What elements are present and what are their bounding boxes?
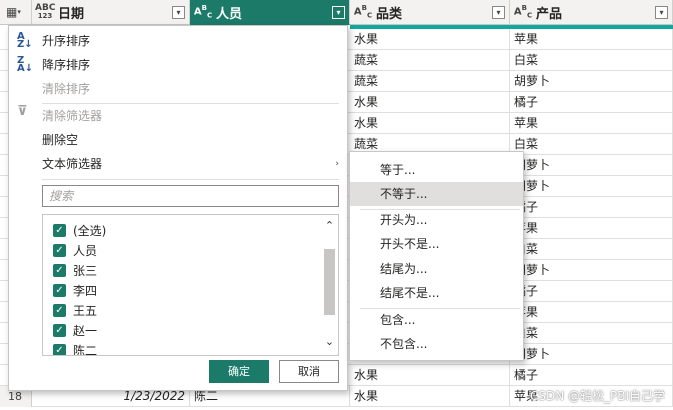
filter-dropdown-button[interactable]: ▾ xyxy=(655,5,668,19)
item-label: 赵一 xyxy=(73,324,98,338)
checkbox-checked-icon[interactable]: ✓ xyxy=(53,224,66,237)
text-filters-submenu: 等于... 不等于... 开头为... 开头不是... 结尾为... 结尾不是.… xyxy=(349,151,524,361)
product-cell[interactable]: 胡萝卜 xyxy=(510,344,673,365)
product-cell[interactable]: 橘子 xyxy=(510,92,673,113)
product-cell[interactable]: 白菜 xyxy=(510,239,673,260)
not-ends-with-item[interactable]: 结尾不是... xyxy=(350,281,523,305)
remove-empty-item[interactable]: 删除空 xyxy=(9,128,347,152)
column-header-product[interactable]: ABC 产品 ▾ xyxy=(510,0,673,25)
clear-filter-icon: ⊽ xyxy=(17,104,28,119)
column-header-person[interactable]: ABC 人员 ▾ xyxy=(190,0,350,25)
list-item[interactable]: ✓ (全选) xyxy=(53,221,106,241)
product-cell[interactable]: 胡萝卜 xyxy=(510,260,673,281)
ok-button[interactable]: 确定 xyxy=(209,360,269,383)
sort-ascending-item[interactable]: A Z↓ 升序排序 xyxy=(9,29,347,53)
chevron-down-icon: ▾ xyxy=(17,8,21,16)
category-cell[interactable]: 蔬菜 xyxy=(350,50,510,71)
category-cell[interactable]: 水果 xyxy=(350,113,510,134)
type-text-icon: ABC xyxy=(353,4,373,20)
item-label: 李四 xyxy=(73,284,98,298)
item-label: 张三 xyxy=(73,264,98,278)
product-cell[interactable]: 胡萝卜 xyxy=(510,176,673,197)
list-item[interactable]: ✓ 赵一 xyxy=(53,321,97,341)
checkbox-checked-icon[interactable]: ✓ xyxy=(53,324,66,337)
equals-item[interactable]: 等于... xyxy=(350,158,523,182)
type-text-icon: ABC xyxy=(513,4,533,20)
filter-values-list: ✓ (全选) ✓ 人员 ✓ 张三 ✓ 李四 ✓ 王五 ✓ 赵一 ✓ 陈二 ⌃ ⌄ xyxy=(42,214,339,356)
product-cell[interactable]: 白菜 xyxy=(510,323,673,344)
category-cell[interactable]: 水果 xyxy=(350,365,510,386)
column-header-date[interactable]: ABC 123 日期 ▾ xyxy=(32,0,190,25)
ends-with-item[interactable]: 结尾为... xyxy=(350,257,523,281)
filter-dropdown-button[interactable]: ▾ xyxy=(172,5,185,19)
sort-descending-item[interactable]: Z A↓ 降序排序 xyxy=(9,53,347,77)
product-cell[interactable]: 胡萝卜 xyxy=(510,155,673,176)
product-cell[interactable]: 胡萝卜 xyxy=(510,71,673,92)
sort-ascending-icon: A Z↓ xyxy=(17,31,33,50)
product-cell[interactable]: 苹果 xyxy=(510,218,673,239)
chevron-down-icon[interactable]: ⌄ xyxy=(323,335,336,349)
not-contains-item[interactable]: 不包含... xyxy=(350,332,523,356)
checkbox-checked-icon[interactable]: ✓ xyxy=(53,284,66,297)
menu-item-label: 文本筛选器 xyxy=(42,157,103,171)
scrollbar-thumb[interactable] xyxy=(324,249,335,315)
item-label: (全选) xyxy=(73,224,107,238)
watermark: CSDN @轻松_PBI自己学 xyxy=(529,389,665,403)
menu-item-label: 升序排序 xyxy=(42,34,91,48)
menu-item-label: 删除空 xyxy=(42,133,79,147)
table-menu-header[interactable]: ▦ ▾ xyxy=(0,0,32,25)
column-name: 人员 xyxy=(216,6,243,22)
product-cell[interactable]: 苹果 xyxy=(510,29,673,50)
menu-divider xyxy=(42,179,339,180)
category-cell[interactable]: 水果 xyxy=(350,29,510,50)
list-item[interactable]: ✓ 人员 xyxy=(53,241,97,261)
scrollbar[interactable]: ⌃ ⌄ xyxy=(321,215,338,355)
filter-dropdown-button[interactable]: ▾ xyxy=(332,5,345,19)
menu-item-label: 降序排序 xyxy=(42,58,91,72)
list-item[interactable]: ✓ 张三 xyxy=(53,261,97,281)
filter-dropdown-button[interactable]: ▾ xyxy=(492,5,505,19)
cancel-button[interactable]: 取消 xyxy=(279,360,339,383)
checkbox-checked-icon[interactable]: ✓ xyxy=(53,244,66,257)
item-label: 人员 xyxy=(73,244,98,258)
contains-item[interactable]: 包含... xyxy=(350,308,523,332)
column-name: 产品 xyxy=(536,6,563,22)
filter-dropdown-menu: A Z↓ 升序排序 Z A↓ 降序排序 清除排序 ⊽ 清除筛选器 删除空 文本筛选器… xyxy=(8,25,348,391)
sort-descending-icon: Z A↓ xyxy=(17,55,34,74)
list-item[interactable]: ✓ 陈二 xyxy=(53,341,97,355)
category-cell[interactable]: 蔬菜 xyxy=(350,71,510,92)
product-cell[interactable]: 苹果 xyxy=(510,113,673,134)
product-cell[interactable]: 橘子 xyxy=(510,197,673,218)
checkbox-checked-icon[interactable]: ✓ xyxy=(53,264,66,277)
product-cell[interactable]: 橘子 xyxy=(510,365,673,386)
item-label: 陈二 xyxy=(73,344,98,355)
chevron-up-icon[interactable]: ⌃ xyxy=(323,219,336,233)
table-icon[interactable]: ▦ xyxy=(6,5,17,19)
item-label: 王五 xyxy=(73,304,98,318)
product-cell[interactable]: 苹果 xyxy=(510,302,673,323)
product-cell[interactable]: 白菜 xyxy=(510,134,673,155)
checkbox-checked-icon[interactable]: ✓ xyxy=(53,344,66,355)
search-input[interactable]: 搜索 xyxy=(42,185,339,207)
not-equals-item[interactable]: 不等于... xyxy=(350,182,523,206)
clear-filter-item[interactable]: ⊽ 清除筛选器 xyxy=(9,104,347,128)
menu-item-label: 清除筛选器 xyxy=(42,109,103,123)
chevron-right-icon: › xyxy=(335,159,339,169)
begins-with-item[interactable]: 开头为... xyxy=(350,208,523,232)
column-name: 品类 xyxy=(376,6,403,22)
clear-sort-item[interactable]: 清除排序 xyxy=(9,77,347,101)
type-text-icon: ABC xyxy=(193,4,213,20)
menu-item-label: 清除排序 xyxy=(42,82,91,96)
list-item[interactable]: ✓ 王五 xyxy=(53,301,97,321)
type-any-icon: ABC 123 xyxy=(35,3,56,21)
product-cell[interactable]: 白菜 xyxy=(510,50,673,71)
checkbox-checked-icon[interactable]: ✓ xyxy=(53,304,66,317)
list-item[interactable]: ✓ 李四 xyxy=(53,281,97,301)
category-cell[interactable]: 水果 xyxy=(350,92,510,113)
product-cell[interactable]: 橘子 xyxy=(510,281,673,302)
column-name: 日期 xyxy=(58,6,85,22)
column-header-category[interactable]: ABC 品类 ▾ xyxy=(350,0,510,25)
not-begins-with-item[interactable]: 开头不是... xyxy=(350,232,523,256)
text-filters-item[interactable]: 文本筛选器 › xyxy=(9,152,347,176)
